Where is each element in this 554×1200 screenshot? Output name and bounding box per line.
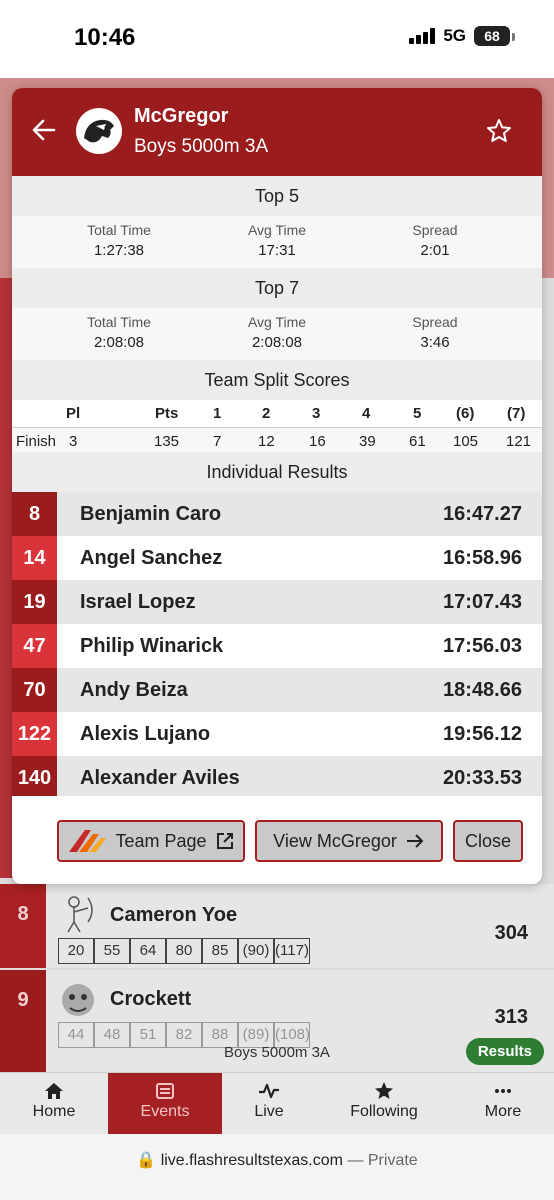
athlete-time: 19:56.12: [443, 723, 522, 745]
athlete-name: Andy Beiza: [80, 679, 188, 701]
bg-score: 304: [494, 922, 528, 944]
bg-splits: 20 55 64 80 85 (90) (117): [58, 938, 310, 964]
bottom-nav: Home Events Live Following More: [0, 1072, 554, 1135]
lock-icon: 🔒: [136, 1152, 157, 1169]
stat-label: Total Time: [87, 222, 151, 238]
team-detail-modal: McGregor Boys 5000m 3A Top 5 Total Time 1…: [12, 88, 542, 884]
back-arrow-icon[interactable]: [30, 116, 58, 144]
top7-heading: Top 7: [12, 268, 542, 308]
athlete-name: Benjamin Caro: [80, 503, 222, 525]
stat-value: 2:08:08: [251, 334, 303, 351]
signal-icon: [409, 28, 436, 44]
team-logo-icon: [76, 108, 122, 154]
stat-label: Avg Time: [247, 222, 307, 238]
athlete-time: 17:56.03: [443, 635, 522, 657]
place-badge: 47: [12, 624, 57, 668]
team-page-button[interactable]: Team Page: [57, 820, 245, 862]
athlete-name: Philip Winarick: [80, 635, 224, 657]
results-badge[interactable]: Results: [465, 1038, 544, 1065]
modal-footer: Team Page View McGregor Close: [12, 796, 542, 884]
event-name: Boys 5000m 3A: [134, 136, 269, 157]
top5-stats: Total Time 1:27:38 Avg Time 17:31 Spread 2:…: [12, 216, 542, 268]
browser-url-bar[interactable]: 🔒 live.flashresultstexas.com — Private: [0, 1134, 554, 1200]
stat-label: Spread: [412, 314, 458, 330]
bg-score: 313: [494, 1006, 528, 1028]
athlete-name: Angel Sanchez: [80, 547, 223, 569]
result-row[interactable]: 70 Andy Beiza 18:48.66: [12, 668, 542, 712]
athlete-time: 18:48.66: [443, 679, 522, 701]
place-badge: 122: [12, 712, 57, 756]
bg-rank-8: 8: [0, 884, 46, 968]
url-domain: live.flashresultstexas.com: [160, 1152, 343, 1169]
view-team-label: View McGregor: [273, 830, 397, 851]
team-page-label: Team Page: [115, 830, 207, 851]
split-scores-header: Pl Pts 1 2 3 4 5 (6) (7): [12, 400, 542, 428]
nav-more[interactable]: More: [452, 1073, 554, 1135]
star-icon: [375, 1082, 393, 1099]
place-badge: 70: [12, 668, 57, 712]
team-name: McGregor: [134, 105, 229, 127]
place-badge: 8: [12, 492, 57, 536]
flash-logo-icon: [69, 830, 107, 852]
battery-icon: 68: [474, 26, 515, 46]
top7-stats: Total Time 2:08:08 Avg Time 2:08:08 Spread…: [12, 308, 542, 360]
result-row[interactable]: 8 Benjamin Caro 16:47.27: [12, 492, 542, 536]
pulse-icon: [259, 1083, 279, 1099]
bg-team-cameron-yoe[interactable]: Cameron Yoe: [110, 904, 237, 927]
nav-home[interactable]: Home: [0, 1073, 108, 1135]
stat-label: Avg Time: [247, 314, 307, 330]
result-row[interactable]: 140 Alexander Aviles 20:33.53: [12, 756, 542, 800]
status-bar: 10:46 5G 68: [0, 0, 554, 78]
url-private-label: — Private: [347, 1152, 418, 1169]
bg-team-crockett[interactable]: Crockett: [110, 988, 191, 1011]
archer-logo-icon: [67, 896, 93, 933]
result-row[interactable]: 19 Israel Lopez 17:07.43: [12, 580, 542, 624]
athlete-time: 20:33.53: [443, 767, 522, 789]
stat-value: 2:01: [420, 242, 450, 259]
nav-events-label: Events: [140, 1103, 190, 1120]
nav-following[interactable]: Following: [316, 1073, 452, 1135]
more-dots-icon: [495, 1089, 511, 1093]
result-row[interactable]: 47 Philip Winarick 17:56.03: [12, 624, 542, 668]
arrow-right-icon: [406, 834, 424, 848]
external-link-icon: [216, 833, 233, 849]
nav-following-label: Following: [350, 1103, 418, 1120]
stat-label: Spread: [412, 222, 458, 238]
home-icon: [45, 1083, 63, 1099]
nav-live-label: Live: [254, 1103, 284, 1120]
bulldog-logo-icon: [62, 984, 94, 1016]
athlete-name: Alexander Aviles: [80, 767, 240, 789]
stat-value: 3:46: [420, 334, 450, 351]
individual-results-heading: Individual Results: [12, 452, 542, 492]
stat-value: 2:08:08: [93, 334, 145, 351]
athlete-time: 16:47.27: [443, 503, 522, 525]
clock: 10:46: [74, 24, 136, 51]
view-team-button[interactable]: View McGregor: [255, 820, 443, 862]
top5-heading: Top 5: [12, 176, 542, 216]
close-label: Close: [464, 830, 512, 851]
close-button[interactable]: Close: [453, 820, 523, 862]
result-row[interactable]: 122 Alexis Lujano 19:56.12: [12, 712, 542, 756]
nav-events[interactable]: Events: [108, 1073, 222, 1135]
nav-live[interactable]: Live: [222, 1073, 316, 1135]
athlete-name: Alexis Lujano: [80, 723, 211, 745]
athlete-time: 17:07.43: [443, 591, 522, 613]
star-icon[interactable]: [486, 118, 512, 144]
athlete-name: Israel Lopez: [80, 591, 196, 613]
split-scores-heading: Team Split Scores: [12, 360, 542, 400]
place-badge: 140: [12, 756, 57, 800]
athlete-time: 16:58.96: [443, 547, 522, 569]
modal-header: McGregor Boys 5000m 3A: [12, 88, 542, 176]
list-icon: [156, 1083, 174, 1099]
stat-value: 17:31: [258, 242, 296, 259]
stat-label: Total Time: [87, 314, 151, 330]
nav-home-label: Home: [32, 1103, 76, 1120]
network-type: 5G: [443, 26, 466, 45]
place-badge: 19: [12, 580, 57, 624]
place-badge: 14: [12, 536, 57, 580]
nav-more-label: More: [484, 1103, 522, 1120]
stat-value: 1:27:38: [93, 242, 145, 259]
result-row[interactable]: 14 Angel Sanchez 16:58.96: [12, 536, 542, 580]
